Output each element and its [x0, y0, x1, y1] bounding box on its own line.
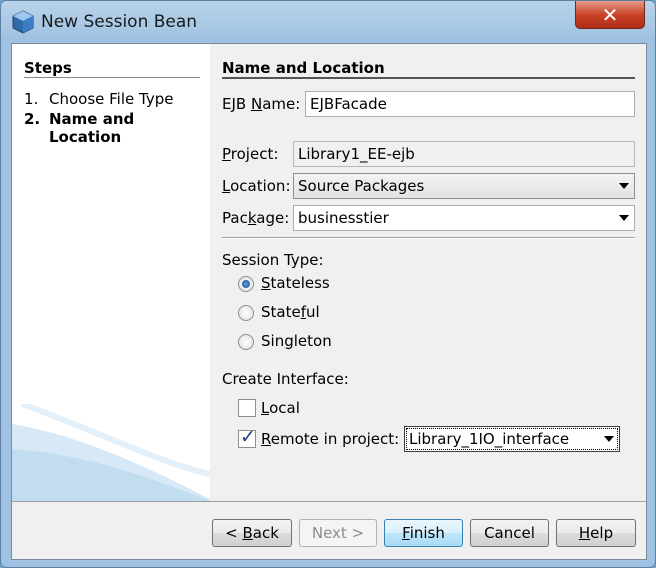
stateful-radio[interactable]	[238, 305, 254, 321]
local-label[interactable]: Local	[261, 399, 300, 417]
panel-title: Name and Location	[222, 59, 385, 77]
close-icon: ✕	[601, 3, 619, 27]
location-label: Location:	[222, 177, 291, 195]
cancel-button[interactable]: Cancel	[470, 519, 549, 547]
remote-project-dropdown[interactable]: Library_1IO_interface	[404, 426, 620, 452]
next-button[interactable]: Next >	[299, 519, 377, 547]
package-label: Package:	[222, 209, 290, 227]
project-label: Project:	[222, 145, 279, 163]
dialog-window: New Session Bean ✕ Steps 1. Choose File T…	[0, 0, 656, 568]
location-dropdown[interactable]: Source Packages	[293, 173, 635, 199]
remote-project-value: Library_1IO_interface	[409, 430, 570, 448]
steps-panel: Steps 1. Choose File Type 2. Name and Loca…	[12, 44, 210, 501]
netbeans-cube-icon	[12, 10, 34, 34]
create-interface-label: Create Interface:	[222, 370, 349, 388]
finish-button[interactable]: Finish	[384, 519, 463, 547]
package-combobox[interactable]: businesstier	[293, 205, 635, 231]
section-divider	[222, 237, 635, 239]
title-bar[interactable]: New Session Bean ✕	[1, 1, 655, 43]
dialog-content: Steps 1. Choose File Type 2. Name and Loca…	[11, 43, 647, 560]
steps-title: Steps	[24, 59, 72, 77]
project-field: Library1_EE-ejb	[293, 141, 635, 167]
title-divider	[222, 77, 635, 79]
back-button[interactable]: < Back	[212, 519, 292, 547]
singleton-label[interactable]: Singleton	[261, 332, 332, 350]
steps-divider	[24, 77, 200, 78]
help-button[interactable]: Help	[556, 519, 636, 547]
session-type-label: Session Type:	[222, 251, 324, 269]
decorative-swoosh-graphic	[12, 404, 210, 501]
chevron-down-icon	[619, 183, 629, 189]
stateless-label[interactable]: Stateless	[261, 274, 330, 292]
chevron-down-icon	[619, 215, 629, 221]
package-value: businesstier	[298, 209, 389, 227]
stateless-radio[interactable]	[238, 276, 254, 292]
stateful-label[interactable]: Stateful	[261, 303, 320, 321]
ejb-name-label: EJB Name:	[222, 95, 301, 113]
singleton-radio[interactable]	[238, 334, 254, 350]
ejb-name-input[interactable]: EJBFacade	[305, 91, 635, 117]
location-value: Source Packages	[298, 177, 425, 195]
step-name-and-location: 2. Name and Location	[24, 110, 135, 146]
remote-checkbox[interactable]	[238, 426, 256, 448]
step-choose-file-type: 1. Choose File Type	[24, 90, 174, 108]
window-title: New Session Bean	[41, 12, 198, 32]
remote-label[interactable]: Remote in project:	[261, 430, 399, 448]
chevron-down-icon	[604, 436, 614, 442]
local-checkbox[interactable]	[238, 399, 256, 417]
close-button[interactable]: ✕	[575, 1, 645, 29]
button-bar-divider	[12, 501, 646, 502]
